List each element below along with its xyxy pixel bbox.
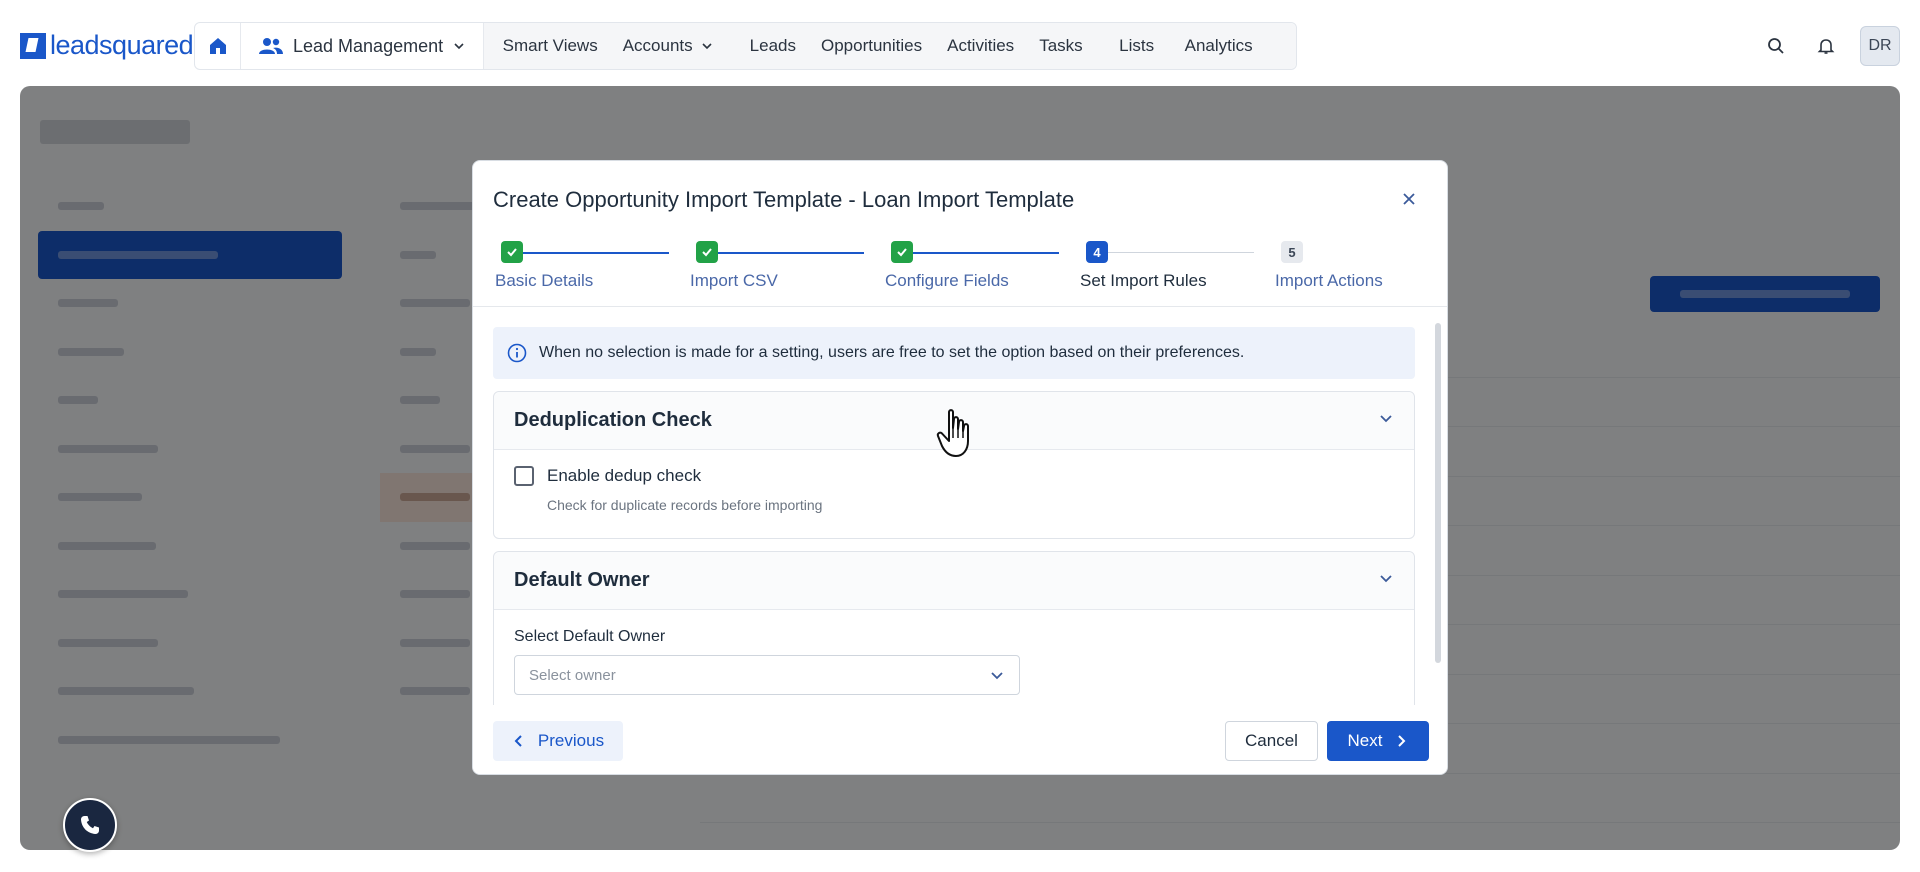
nav-label: Activities (947, 36, 1015, 55)
default-owner-select[interactable]: Select owner (514, 655, 1020, 695)
step-basic-details[interactable]: Basic Details (495, 241, 593, 290)
default-owner-panel: Default Owner Select Default Owner Selec… (493, 551, 1415, 721)
phone-icon (81, 816, 99, 834)
module-label: Lead Management (293, 35, 444, 56)
check-icon (702, 248, 712, 257)
logo-mark-icon (20, 32, 46, 59)
step-connector (519, 252, 669, 254)
top-navbar: leadsquared Lead Management Smart Views … (0, 0, 1920, 86)
nav-opportunities[interactable]: Opportunities (808, 36, 934, 56)
home-button[interactable] (195, 23, 241, 69)
chevron-down-icon (1378, 410, 1394, 431)
chevron-left-icon (514, 735, 522, 747)
check-icon (897, 248, 907, 257)
nav-leads[interactable]: Leads (737, 36, 808, 56)
step-complete-badge (696, 241, 718, 263)
hand-cursor-icon (936, 409, 969, 457)
info-text: When no selection is made for a setting,… (539, 344, 1245, 361)
notifications-button[interactable] (1806, 26, 1846, 66)
step-connector (1104, 252, 1254, 253)
next-button[interactable]: Next (1327, 721, 1429, 761)
step-label: Configure Fields (885, 271, 1009, 290)
nav-lists[interactable]: Lists (1107, 36, 1172, 56)
logo-text: leadsquared (50, 30, 194, 60)
info-banner: When no selection is made for a setting,… (493, 327, 1415, 379)
step-set-import-rules[interactable]: 4 Set Import Rules (1080, 241, 1207, 290)
modal-scrollbar[interactable] (1435, 311, 1441, 701)
wizard-stepper: Basic Details Import CSV Configure Field… (473, 241, 1447, 307)
nav-label: Leads (749, 36, 796, 55)
scrollbar-thumb[interactable] (1435, 323, 1441, 663)
chevron-right-icon (1398, 735, 1406, 747)
search-icon (1768, 38, 1784, 54)
nav-tasks[interactable]: Tasks (1027, 36, 1107, 56)
step-label: Basic Details (495, 271, 594, 290)
step-complete-badge (501, 241, 523, 263)
step-configure-fields[interactable]: Configure Fields (885, 241, 1009, 290)
phone-call-button[interactable] (63, 798, 117, 852)
modal-title: Create Opportunity Import Template - Loa… (493, 187, 1075, 212)
leadsquared-logo[interactable]: leadsquared (20, 30, 194, 61)
previous-label: Previous (537, 731, 605, 750)
default-owner-panel-header[interactable]: Default Owner (494, 552, 1414, 610)
step-connector (909, 252, 1059, 254)
nav-label: Analytics (1184, 36, 1253, 55)
modal-footer: Previous Cancel Next (473, 705, 1447, 774)
previous-button[interactable]: Previous (493, 721, 623, 761)
select-placeholder: Select owner (529, 666, 616, 684)
nav-accounts[interactable]: Accounts (610, 36, 725, 56)
step-label: Set Import Rules (1080, 271, 1207, 290)
main-nav: Lead Management Smart Views Accounts Lea… (194, 22, 1297, 70)
top-right-actions: DR (1746, 26, 1900, 66)
search-button[interactable] (1756, 26, 1796, 66)
users-icon (259, 38, 283, 54)
module-switcher[interactable]: Lead Management (241, 23, 485, 69)
chevron-down-icon (1378, 570, 1394, 591)
step-import-csv[interactable]: Import CSV (690, 241, 778, 290)
nav-label: Accounts (622, 36, 693, 55)
step-label: Import Actions (1275, 271, 1383, 290)
dedup-checkbox[interactable] (514, 466, 534, 486)
cancel-button[interactable]: Cancel (1225, 721, 1318, 761)
default-owner-title: Default Owner (514, 569, 650, 591)
chevron-down-icon (702, 43, 712, 50)
dedup-checkbox-row[interactable]: Enable dedup check (514, 466, 701, 486)
dedup-checkbox-label[interactable]: Enable dedup check (547, 466, 701, 486)
step-connector (714, 252, 864, 254)
chevron-down-icon (991, 672, 1003, 680)
dedup-help-text: Check for duplicate records before impor… (547, 497, 823, 513)
info-icon (507, 343, 527, 363)
step-import-actions[interactable]: 5 Import Actions (1275, 241, 1383, 290)
close-icon (1403, 193, 1415, 205)
nav-activities[interactable]: Activities (935, 36, 1027, 56)
default-owner-field-label: Select Default Owner (514, 628, 666, 645)
nav-items: Smart Views Accounts Leads Opportunities… (484, 23, 1296, 69)
chevron-down-icon (454, 43, 464, 50)
close-button[interactable] (1397, 187, 1421, 211)
step-number-badge: 4 (1086, 241, 1108, 263)
nav-label: Smart Views (502, 36, 598, 55)
check-icon (507, 248, 517, 257)
bell-icon (1817, 39, 1835, 54)
import-template-modal: Create Opportunity Import Template - Loa… (472, 160, 1448, 775)
step-complete-badge (891, 241, 913, 263)
home-icon (209, 38, 226, 54)
next-label: Next (1347, 731, 1383, 750)
nav-label: Tasks (1039, 36, 1083, 55)
modal-body: When no selection is made for a setting,… (473, 307, 1447, 721)
nav-label: Opportunities (820, 36, 923, 55)
nav-label: Lists (1119, 36, 1155, 55)
user-avatar[interactable]: DR (1860, 26, 1900, 66)
nav-analytics[interactable]: Analytics (1172, 36, 1265, 56)
nav-smart-views[interactable]: Smart Views (490, 36, 610, 56)
dedup-title: Deduplication Check (514, 409, 712, 431)
step-label: Import CSV (690, 271, 778, 290)
step-number-badge: 5 (1281, 241, 1303, 263)
